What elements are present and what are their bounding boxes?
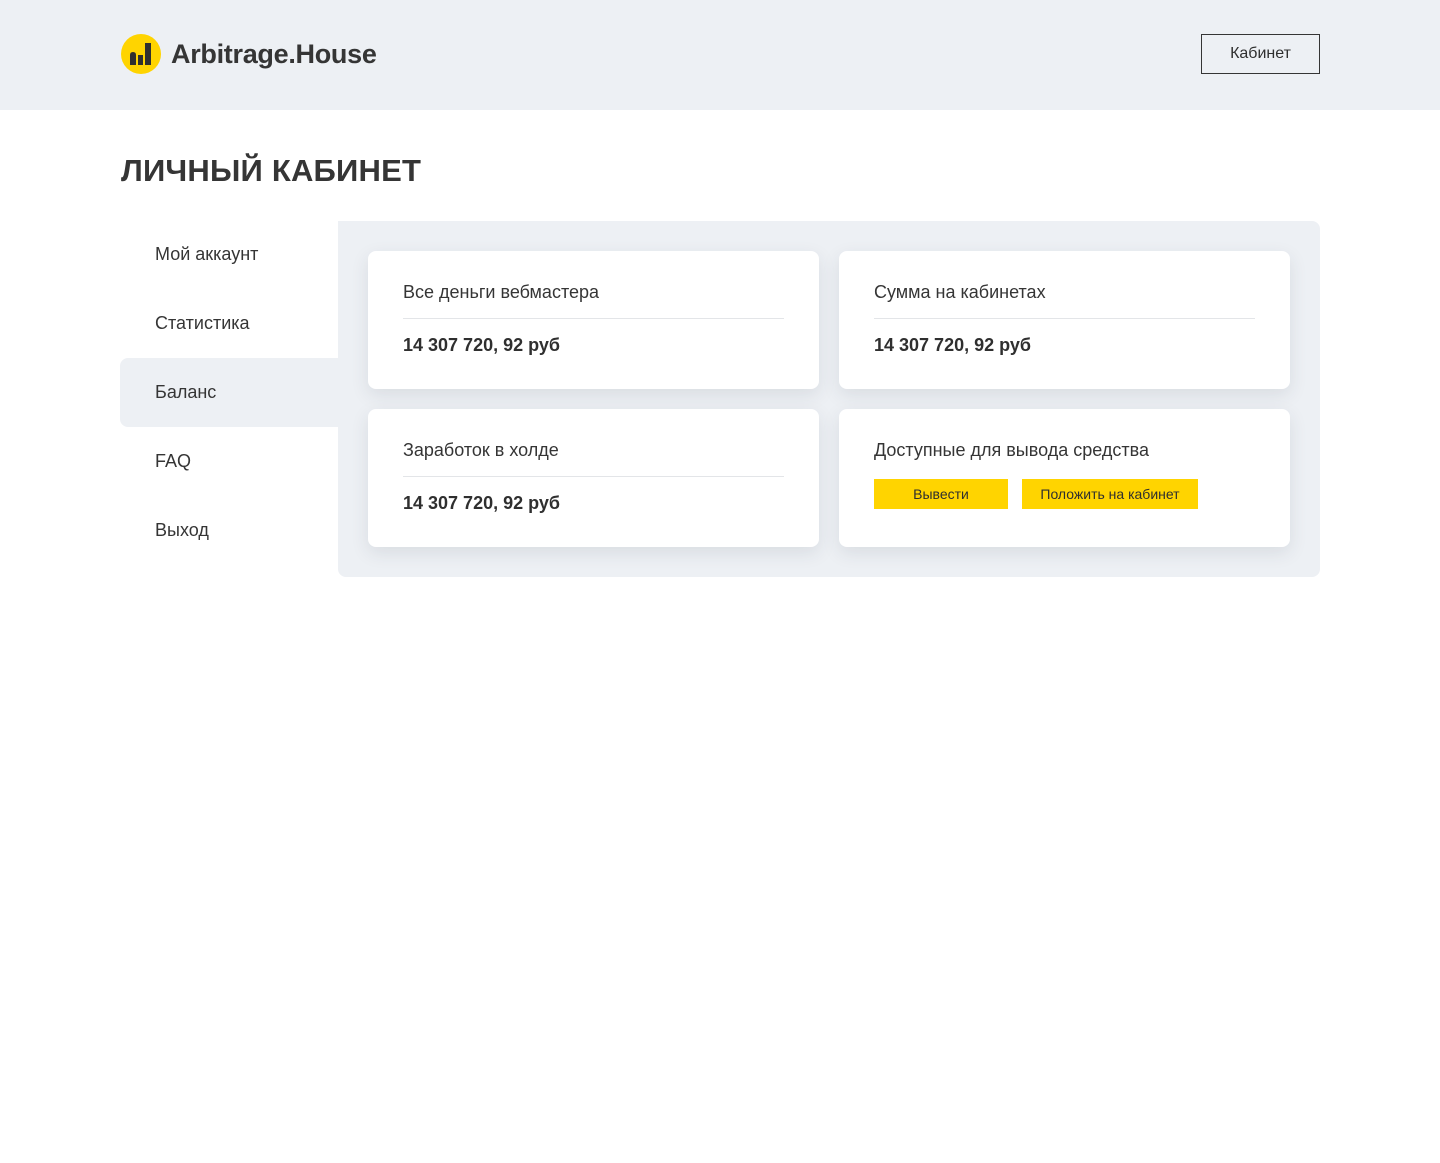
- available-funds-card: Доступные для вывода средства Вывести По…: [839, 409, 1290, 547]
- card-value: 14 307 720, 92 руб: [403, 493, 560, 513]
- sidebar-item-label: Выход: [155, 520, 209, 540]
- card-value: 14 307 720, 92 руб: [403, 335, 560, 355]
- cabinets-sum-card: Сумма на кабинетах 14 307 720, 92 руб: [839, 251, 1290, 389]
- sidebar-item-label: Мой аккаунт: [155, 244, 259, 264]
- card-label: Доступные для вывода средства: [874, 440, 1149, 460]
- brand-logo[interactable]: Arbitrage.House: [121, 34, 377, 74]
- card-label: Сумма на кабинетах: [874, 281, 1255, 319]
- sidebar-item-statistics[interactable]: Статистика: [120, 289, 338, 358]
- sidebar-item-account[interactable]: Мой аккаунт: [120, 220, 338, 289]
- card-value: 14 307 720, 92 руб: [874, 335, 1031, 355]
- page-title: ЛИЧНЫЙ КАБИНЕТ: [121, 153, 422, 188]
- sidebar-nav: Мой аккаунт Статистика Баланс FAQ Выход: [120, 220, 338, 565]
- webmaster-total-card: Все деньги вебмастера 14 307 720, 92 руб: [368, 251, 819, 389]
- brand-name: Arbitrage.House: [171, 38, 377, 69]
- sidebar-item-label: Статистика: [155, 313, 250, 333]
- sidebar-item-balance[interactable]: Баланс: [120, 358, 338, 427]
- cabinet-button[interactable]: Кабинет: [1201, 34, 1320, 74]
- site-header: Arbitrage.House Кабинет: [0, 0, 1440, 110]
- sidebar-item-faq[interactable]: FAQ: [120, 427, 338, 496]
- card-label: Все деньги вебмастера: [403, 281, 784, 319]
- funds-actions: Вывести Положить на кабинет: [874, 479, 1255, 509]
- card-label: Заработок в холде: [403, 439, 784, 477]
- sidebar-item-label: FAQ: [155, 451, 192, 471]
- sidebar-item-logout[interactable]: Выход: [120, 496, 338, 565]
- hold-earnings-card: Заработок в холде 14 307 720, 92 руб: [368, 409, 819, 547]
- withdraw-button[interactable]: Вывести: [874, 479, 1008, 509]
- balance-panel: Все деньги вебмастера 14 307 720, 92 руб…: [338, 221, 1320, 577]
- deposit-to-cabinet-button[interactable]: Положить на кабинет: [1022, 479, 1198, 509]
- sidebar-item-label: Баланс: [155, 382, 217, 402]
- bar-chart-logo-icon: [121, 34, 161, 74]
